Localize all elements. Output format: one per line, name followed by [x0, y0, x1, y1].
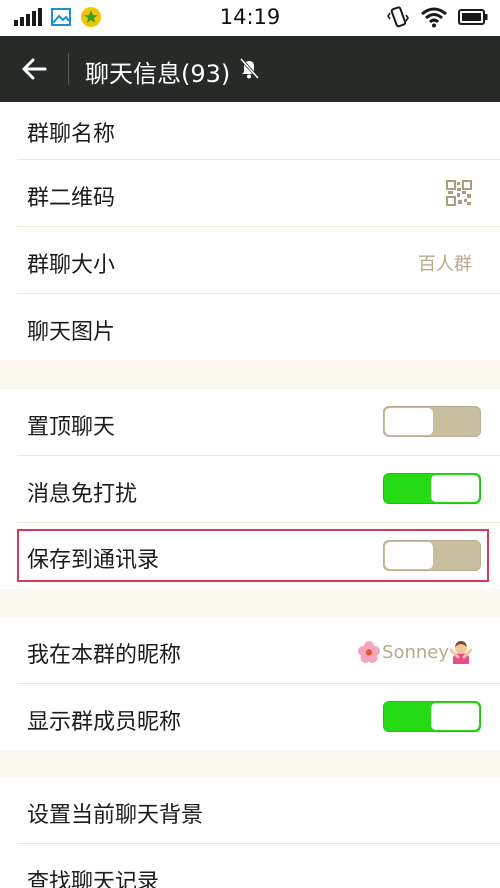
row-qr-code[interactable]: 群二维码 — [0, 160, 500, 227]
back-arrow-icon — [22, 58, 47, 80]
battery-icon — [458, 9, 488, 25]
row-label: 我在本群的昵称 — [27, 643, 182, 668]
status-bar: 14:19 — [0, 0, 500, 36]
show-nicknames-toggle[interactable] — [383, 701, 481, 732]
status-right — [386, 5, 488, 29]
group-size-value: 百人群 — [418, 254, 472, 275]
nickname-value: Sonney — [382, 641, 449, 663]
save-contacts-toggle[interactable] — [383, 540, 481, 571]
person-emoji-icon — [450, 641, 472, 664]
row-group-name[interactable]: 群聊名称 — [0, 102, 500, 160]
vibrate-icon — [387, 6, 409, 28]
row-pin-chat: 置顶聊天 — [0, 389, 500, 456]
row-show-nicknames: 显示群成员昵称 — [0, 684, 500, 750]
row-search-history[interactable]: 查找聊天记录 — [0, 844, 500, 888]
row-save-contacts: 保存到通讯录 — [0, 523, 500, 589]
qr-code-icon — [446, 180, 472, 206]
nickname-display: Sonney — [357, 640, 472, 664]
pin-chat-toggle[interactable] — [383, 406, 481, 437]
row-label: 保存到通讯录 — [27, 548, 160, 573]
row-label: 置顶聊天 — [27, 415, 116, 440]
title-bar: 聊天信息(93) — [0, 36, 500, 102]
wifi-icon — [421, 7, 447, 28]
row-chat-images[interactable]: 聊天图片 — [0, 294, 500, 360]
row-label: 聊天图片 — [27, 320, 116, 345]
flower-emoji-icon — [358, 641, 381, 663]
back-button[interactable] — [14, 50, 54, 88]
page-title: 聊天信息(93) — [85, 60, 231, 88]
row-label: 显示群成员昵称 — [27, 710, 182, 735]
row-group-size[interactable]: 群聊大小 百人群 — [0, 227, 500, 294]
row-mute: 消息免打扰 — [0, 456, 500, 523]
row-my-nickname[interactable]: 我在本群的昵称 Sonney — [0, 617, 500, 684]
row-set-background[interactable]: 设置当前聊天背景 — [0, 777, 500, 844]
row-label: 设置当前聊天背景 — [27, 803, 204, 828]
row-label: 群聊名称 — [27, 122, 116, 147]
row-label: 群聊大小 — [27, 253, 116, 278]
row-label: 查找聊天记录 — [27, 870, 160, 888]
mute-bell-icon — [239, 57, 260, 80]
row-label: 消息免打扰 — [27, 482, 138, 507]
row-label: 群二维码 — [27, 186, 116, 211]
title-divider — [68, 53, 69, 85]
mute-toggle[interactable] — [383, 473, 481, 504]
